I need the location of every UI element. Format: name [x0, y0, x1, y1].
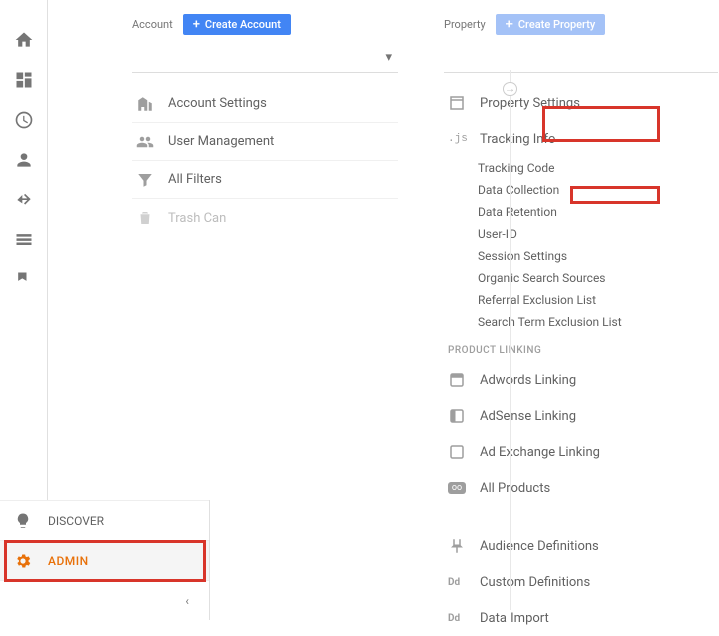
building-icon [136, 95, 154, 113]
behavior-icon[interactable] [0, 220, 48, 260]
property-settings-label: Property Settings [480, 96, 580, 111]
data-import-label: Data Import [480, 611, 549, 626]
dd-icon: Dd [448, 613, 466, 624]
filter-icon [136, 171, 154, 189]
account-settings-item[interactable]: Account Settings [132, 85, 398, 123]
js-icon: .js [448, 133, 466, 145]
all-filters-label: All Filters [168, 172, 222, 187]
account-selector[interactable]: ▾ [132, 43, 398, 73]
admin-main: Account + Create Account ▾ Account Setti… [48, 0, 719, 620]
data-retention-item[interactable]: Data Retention [478, 201, 718, 223]
audience-definitions-item[interactable]: Audience Definitions [444, 528, 718, 564]
account-header: Account [132, 18, 173, 31]
ad-exchange-icon [448, 443, 466, 461]
all-products-label: All Products [480, 481, 550, 496]
audience-icon[interactable] [0, 140, 48, 180]
settings-page-icon [448, 94, 466, 112]
referral-exclusion-item[interactable]: Referral Exclusion List [478, 289, 718, 311]
custom-definitions-item[interactable]: Dd Custom Definitions [444, 564, 718, 600]
all-products-item[interactable]: oo All Products [444, 470, 718, 506]
organic-search-item[interactable]: Organic Search Sources [478, 267, 718, 289]
plus-icon: + [506, 18, 513, 31]
audience-defs-icon [448, 537, 466, 555]
tracking-info-sublist: Tracking Code Data Collection Data Reten… [444, 157, 718, 333]
all-products-icon: oo [448, 482, 466, 494]
caret-down-icon: ▾ [385, 50, 392, 65]
tracking-info-label: Tracking Info [480, 132, 555, 147]
trash-can-label: Trash Can [168, 211, 226, 226]
ad-exchange-linking-item[interactable]: Ad Exchange Linking [444, 434, 718, 470]
people-icon [136, 133, 154, 151]
create-account-label: Create Account [205, 18, 281, 31]
acquisition-icon[interactable] [0, 180, 48, 220]
all-filters-item[interactable]: All Filters [132, 161, 398, 199]
conversions-icon[interactable] [0, 260, 48, 300]
adwords-linking-item[interactable]: Adwords Linking [444, 362, 718, 398]
account-column: Account + Create Account ▾ Account Setti… [48, 0, 438, 620]
audience-definitions-label: Audience Definitions [480, 539, 599, 554]
dashboard-icon[interactable] [0, 60, 48, 100]
home-icon[interactable] [0, 20, 48, 60]
create-property-label: Create Property [518, 18, 595, 31]
adsense-linking-item[interactable]: AdSense Linking [444, 398, 718, 434]
ad-exchange-linking-label: Ad Exchange Linking [480, 445, 600, 460]
trash-icon [136, 209, 154, 227]
tracking-code-item[interactable]: Tracking Code [478, 157, 718, 179]
adwords-icon [448, 371, 466, 389]
adsense-linking-label: AdSense Linking [480, 409, 576, 424]
account-settings-label: Account Settings [168, 96, 267, 111]
user-id-item[interactable]: User-ID [478, 223, 718, 245]
connector-dot: → [503, 82, 517, 96]
property-selector[interactable] [444, 43, 718, 73]
custom-definitions-label: Custom Definitions [480, 575, 590, 590]
dd-icon: Dd [448, 577, 466, 588]
gear-icon [14, 552, 32, 570]
property-header: Property [444, 18, 486, 31]
user-management-label: User Management [168, 134, 274, 149]
property-column: Property + Create Property Property Sett… [438, 0, 718, 620]
adsense-icon [448, 407, 466, 425]
property-settings-item[interactable]: Property Settings [444, 85, 718, 121]
create-account-button[interactable]: + Create Account [183, 14, 291, 35]
bulb-icon [14, 512, 32, 530]
user-management-item[interactable]: User Management [132, 123, 398, 161]
trash-can-item: Trash Can [132, 199, 398, 237]
data-collection-item[interactable]: Data Collection [478, 179, 718, 201]
realtime-icon[interactable] [0, 100, 48, 140]
tracking-info-item[interactable]: .js Tracking Info [444, 121, 718, 157]
product-linking-header: PRODUCT LINKING [444, 345, 718, 356]
data-import-item[interactable]: Dd Data Import [444, 600, 718, 636]
session-settings-item[interactable]: Session Settings [478, 245, 718, 267]
search-term-exclusion-item[interactable]: Search Term Exclusion List [478, 311, 718, 333]
plus-icon: + [193, 18, 200, 31]
column-divider [510, 70, 511, 610]
create-property-button[interactable]: + Create Property [496, 14, 606, 35]
adwords-linking-label: Adwords Linking [480, 373, 576, 388]
